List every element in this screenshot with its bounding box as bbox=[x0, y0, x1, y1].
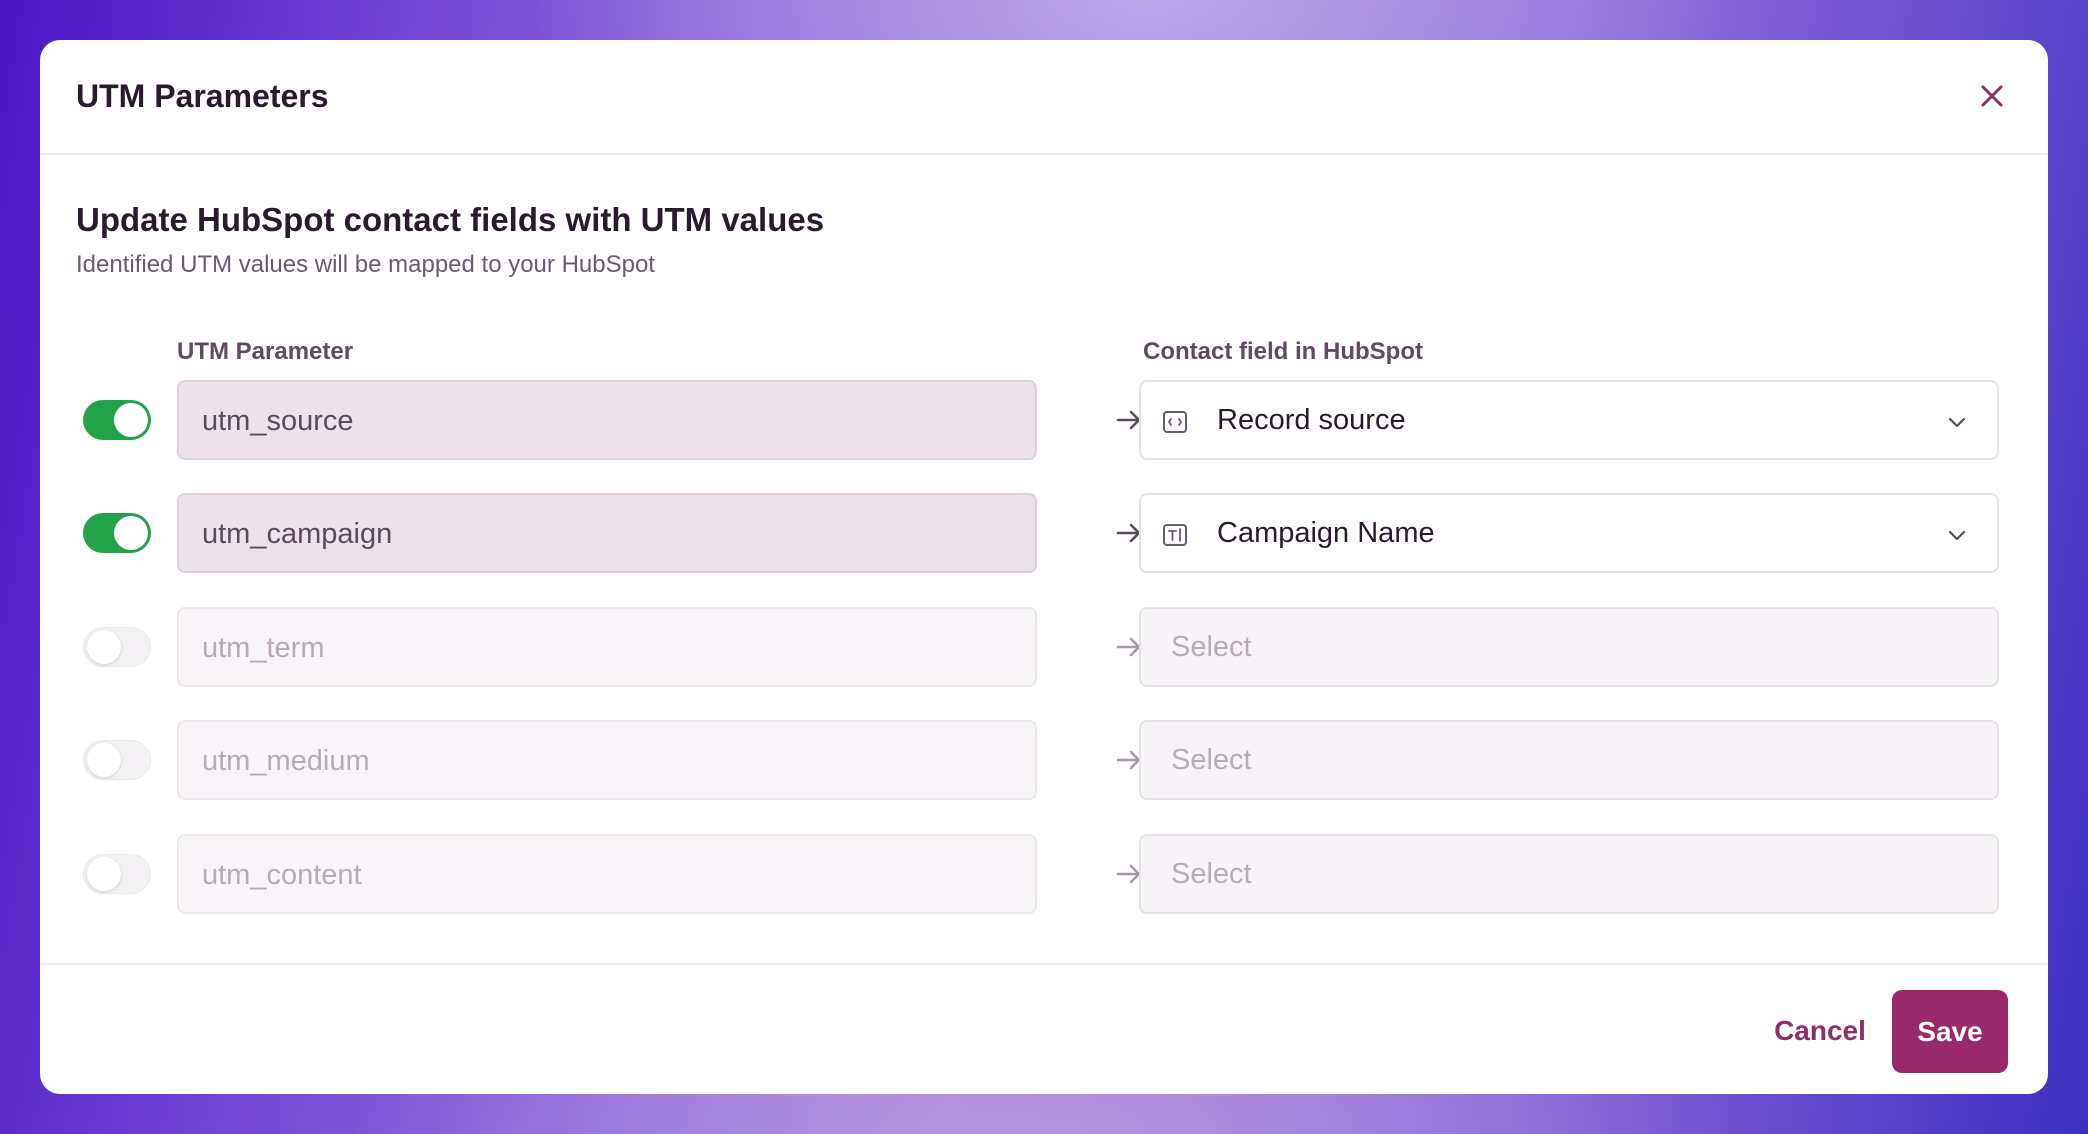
column-header-contact-field: Contact field in HubSpot bbox=[1143, 338, 1423, 365]
dialog-footer: Cancel Save bbox=[40, 963, 2048, 1094]
dialog-header: UTM Parameters bbox=[40, 40, 2048, 155]
toggle-utm-medium[interactable] bbox=[83, 740, 151, 780]
mapping-row-utm-content: utm_content Select bbox=[40, 834, 2048, 914]
chevron-down-icon bbox=[1948, 417, 1966, 428]
utm-parameter-field: utm_content bbox=[177, 834, 1037, 914]
toggle-knob bbox=[87, 743, 121, 777]
contact-field-value: Campaign Name bbox=[1217, 517, 1435, 549]
calendar-field-icon bbox=[1163, 411, 1187, 433]
toggle-utm-content[interactable] bbox=[83, 854, 151, 894]
mapping-row-utm-campaign: utm_campaign Campaign Name bbox=[40, 493, 2048, 573]
save-button[interactable]: Save bbox=[1892, 990, 2008, 1073]
toggle-knob bbox=[114, 516, 148, 550]
utm-parameter-field: utm_campaign bbox=[177, 493, 1037, 573]
mapping-row-utm-source: utm_source Record source bbox=[40, 380, 2048, 460]
contact-field-value: Record source bbox=[1217, 404, 1406, 436]
toggle-knob bbox=[87, 857, 121, 891]
chevron-down-icon bbox=[1948, 530, 1966, 541]
contact-field-placeholder: Select bbox=[1171, 631, 1252, 663]
mapping-row-utm-term: utm_term Select bbox=[40, 607, 2048, 687]
mapping-row-utm-medium: utm_medium Select bbox=[40, 720, 2048, 800]
section-subtitle: Identified UTM values will be mapped to … bbox=[76, 251, 655, 278]
contact-field-select[interactable]: Select bbox=[1139, 607, 1999, 687]
utm-parameters-dialog: UTM Parameters Update HubSpot contact fi… bbox=[40, 40, 2048, 1094]
toggle-knob bbox=[114, 403, 148, 437]
utm-parameter-field: utm_medium bbox=[177, 720, 1037, 800]
utm-parameter-field: utm_source bbox=[177, 380, 1037, 460]
toggle-knob bbox=[87, 630, 121, 664]
text-field-icon bbox=[1163, 524, 1187, 546]
contact-field-select[interactable]: Select bbox=[1139, 720, 1999, 800]
cancel-button[interactable]: Cancel bbox=[1740, 1003, 1900, 1059]
contact-field-select[interactable]: Campaign Name bbox=[1139, 493, 1999, 573]
dialog-title: UTM Parameters bbox=[76, 78, 329, 114]
close-button[interactable] bbox=[1974, 78, 2010, 114]
utm-parameter-field: utm_term bbox=[177, 607, 1037, 687]
contact-field-select[interactable]: Select bbox=[1139, 834, 1999, 914]
toggle-utm-term[interactable] bbox=[83, 627, 151, 667]
toggle-utm-source[interactable] bbox=[83, 400, 151, 440]
column-header-utm-parameter: UTM Parameter bbox=[177, 338, 354, 365]
section-title: Update HubSpot contact fields with UTM v… bbox=[76, 201, 825, 238]
contact-field-placeholder: Select bbox=[1171, 858, 1252, 890]
contact-field-select[interactable]: Record source bbox=[1139, 380, 1999, 460]
close-icon bbox=[1981, 85, 2003, 107]
toggle-utm-campaign[interactable] bbox=[83, 513, 151, 553]
contact-field-placeholder: Select bbox=[1171, 744, 1252, 776]
